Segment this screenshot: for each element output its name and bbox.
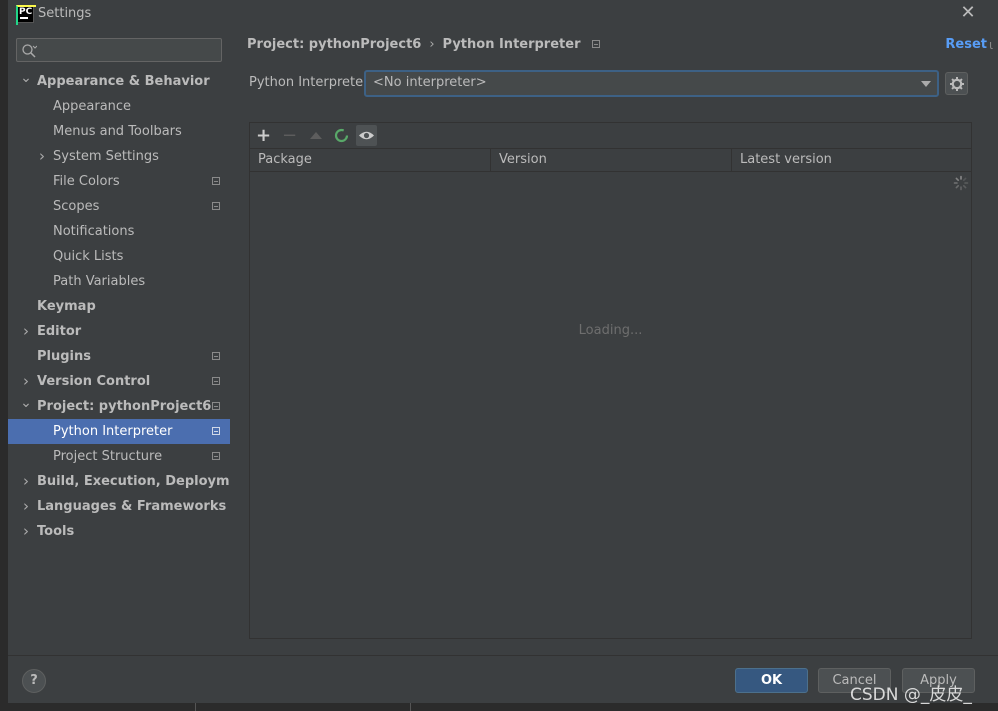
background-editor-edge: [0, 0, 8, 711]
loading-text: Loading...: [578, 323, 643, 338]
project-level-icon: [212, 352, 220, 360]
sidebar-item-python-interpreter[interactable]: Python Interpreter: [8, 419, 230, 444]
window-title: Settings: [38, 6, 92, 21]
breadcrumb-project[interactable]: Project: pythonProject6: [247, 37, 421, 52]
sidebar-item-label: Version Control: [37, 374, 151, 389]
sidebar-item-plugins[interactable]: Plugins: [8, 344, 230, 369]
search-icon: [22, 44, 37, 58]
sidebar-item-label: Tools: [37, 524, 75, 539]
sidebar-item-label: System Settings: [53, 149, 159, 164]
packages-panel: + − Package Version Latest version Loadi…: [249, 122, 972, 639]
close-icon[interactable]: ✕: [958, 3, 978, 23]
project-level-icon: [212, 452, 220, 460]
project-level-icon: [212, 177, 220, 185]
triangle-up-icon: [310, 132, 322, 139]
sidebar-item-label: Appearance: [53, 99, 132, 114]
sidebar-item-file-colors[interactable]: File Colors: [8, 169, 230, 194]
chevron-right-icon[interactable]: ›: [20, 469, 32, 494]
sidebar-item-label: Plugins: [37, 349, 91, 364]
settings-content: Project: pythonProject6 › Python Interpret…: [230, 29, 998, 655]
sidebar-item-notifications[interactable]: Notifications: [8, 219, 230, 244]
chevron-down-icon: [921, 81, 931, 87]
settings-search-input[interactable]: [16, 38, 222, 62]
ok-button[interactable]: OK: [735, 668, 808, 693]
breadcrumb-separator: ›: [429, 37, 435, 52]
settings-sidebar: ⌄ Appearance & Behavior Appearance Menus an…: [8, 29, 254, 655]
eye-icon: [359, 131, 374, 140]
chevron-down-icon[interactable]: ⌄: [20, 394, 32, 419]
sidebar-item-path-variables[interactable]: Path Variables: [8, 269, 230, 294]
sidebar-item-label: Keymap: [37, 299, 96, 314]
sidebar-item-appearance[interactable]: Appearance: [8, 94, 230, 119]
upgrade-package-button[interactable]: [305, 125, 326, 146]
chevron-right-icon[interactable]: ›: [36, 144, 48, 169]
sidebar-item-label: Scopes: [53, 199, 100, 214]
sidebar-item-label: Build, Execution, Deployment: [37, 474, 254, 489]
project-level-icon: [212, 402, 220, 410]
sidebar-item-label: Path Variables: [53, 274, 146, 289]
sidebar-item-project-pythonproject6[interactable]: ⌄ Project: pythonProject6: [8, 394, 230, 419]
sidebar-item-scopes[interactable]: Scopes: [8, 194, 230, 219]
chevron-right-icon[interactable]: ›: [20, 319, 32, 344]
gear-icon: [950, 77, 964, 91]
plus-icon: +: [255, 125, 272, 146]
reset-link[interactable]: Reset: [945, 37, 987, 52]
sidebar-item-keymap[interactable]: Keymap: [8, 294, 230, 319]
project-level-icon: [212, 377, 220, 385]
sidebar-item-tools[interactable]: › Tools: [8, 519, 230, 544]
project-level-icon: [592, 40, 601, 48]
packages-table-header: Package Version Latest version: [250, 148, 971, 172]
help-button[interactable]: ?: [22, 669, 46, 693]
sidebar-item-label: Project: pythonProject6: [37, 399, 212, 414]
sidebar-item-label: Python Interpreter: [53, 424, 173, 439]
interpreter-select[interactable]: <No interpreter>: [364, 70, 939, 97]
sidebar-item-project-structure[interactable]: Project Structure: [8, 444, 230, 469]
refresh-icon: [334, 128, 349, 143]
sidebar-item-label: Editor: [37, 324, 82, 339]
sidebar-item-label: Quick Lists: [53, 249, 124, 264]
sidebar-item-languages-frameworks[interactable]: › Languages & Frameworks: [8, 494, 230, 519]
column-header-package[interactable]: Package: [250, 149, 491, 171]
sidebar-item-quick-lists[interactable]: Quick Lists: [8, 244, 230, 269]
sidebar-item-label: File Colors: [53, 174, 120, 189]
chevron-right-icon[interactable]: ›: [20, 494, 32, 519]
refresh-button[interactable]: [331, 125, 352, 146]
project-level-icon: [212, 427, 220, 435]
sidebar-item-label: Menus and Toolbars: [53, 124, 182, 139]
project-level-icon: [212, 202, 220, 210]
loading-spinner-icon: [953, 175, 969, 191]
sidebar-item-label: Notifications: [53, 224, 135, 239]
packages-table-body: Loading...: [250, 172, 971, 638]
column-header-version[interactable]: Version: [491, 149, 732, 171]
breadcrumb-page: Python Interpreter: [442, 37, 581, 52]
interpreter-label: Python Interpreter:: [249, 75, 373, 90]
chevron-right-icon[interactable]: ›: [20, 369, 32, 394]
chevron-right-icon[interactable]: ›: [20, 519, 32, 544]
pycharm-logo-icon: PC: [16, 5, 36, 25]
breadcrumb: Project: pythonProject6 › Python Interpret…: [247, 37, 601, 55]
minus-icon: −: [281, 125, 298, 146]
sidebar-item-system-settings[interactable]: › System Settings: [8, 144, 230, 169]
sidebar-item-label: Project Structure: [53, 449, 163, 464]
settings-dialog: PC Settings ✕ ⌄ Appearance & Behavior Appe…: [8, 0, 998, 703]
watermark: CSDN @_皮皮_: [850, 685, 972, 705]
uninstall-package-button[interactable]: −: [279, 125, 300, 146]
title-bar: PC Settings ✕: [8, 0, 998, 29]
column-header-latest-version[interactable]: Latest version: [732, 149, 971, 171]
sidebar-item-menus-and-toolbars[interactable]: Menus and Toolbars: [8, 119, 230, 144]
interpreter-settings-button[interactable]: [945, 72, 968, 95]
sidebar-item-appearance-behavior[interactable]: ⌄ Appearance & Behavior: [8, 69, 230, 94]
sidebar-item-build-execution-deployment[interactable]: › Build, Execution, Deployment: [8, 469, 254, 494]
install-package-button[interactable]: +: [253, 125, 274, 146]
show-early-releases-toggle[interactable]: [356, 125, 377, 146]
background-editor-strip: [0, 703, 998, 711]
background-editor-edge-glyph: ι: [989, 38, 994, 52]
sidebar-item-label: Languages & Frameworks: [37, 499, 227, 514]
sidebar-item-version-control[interactable]: › Version Control: [8, 369, 230, 394]
interpreter-value: <No interpreter>: [373, 75, 487, 90]
sidebar-item-editor[interactable]: › Editor: [8, 319, 230, 344]
chevron-down-icon[interactable]: ⌄: [20, 69, 32, 94]
sidebar-item-label: Appearance & Behavior: [37, 74, 210, 89]
packages-toolbar: + −: [250, 123, 971, 148]
